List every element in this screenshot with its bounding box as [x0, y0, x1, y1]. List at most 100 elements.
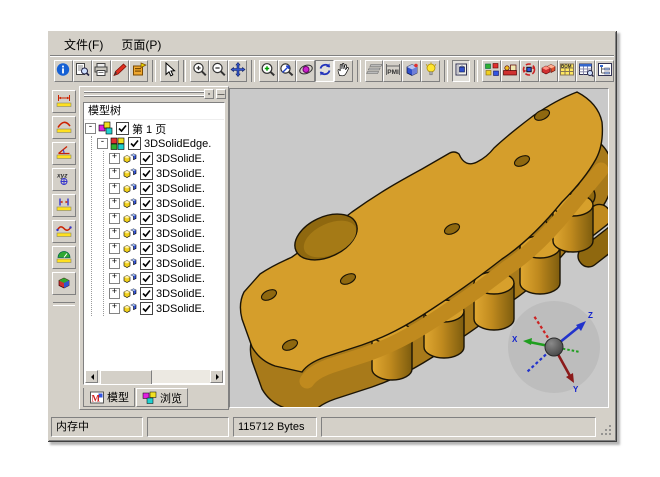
viewport-3d[interactable]: X Z Y — [229, 88, 609, 408]
info-button[interactable] — [54, 60, 73, 82]
tree-node[interactable]: +3DSolidE. — [109, 226, 223, 241]
expand-icon[interactable]: + — [109, 273, 120, 284]
tree-node[interactable]: +3DSolidE. — [109, 196, 223, 211]
scroll-thumb[interactable] — [100, 370, 152, 385]
select-button[interactable] — [160, 60, 179, 82]
machining-button[interactable] — [501, 60, 520, 82]
measure-radius-button[interactable] — [52, 116, 76, 139]
bom-button[interactable]: BOM — [558, 60, 577, 82]
tree-node[interactable]: +3DSolidE. — [109, 181, 223, 196]
measure-gap-button[interactable] — [52, 194, 76, 217]
pan-hand-button[interactable] — [334, 60, 353, 82]
panel-float-button[interactable]: ▫ — [204, 89, 214, 99]
expand-icon[interactable]: + — [109, 168, 120, 179]
lighting-button[interactable] — [421, 60, 440, 82]
tree-node-label: 3DSolidE. — [156, 243, 205, 255]
toolbar-separator — [474, 60, 478, 82]
expand-icon[interactable]: + — [109, 303, 120, 314]
tree-node[interactable]: +3DSolidE. — [109, 286, 223, 301]
expand-icon[interactable]: + — [109, 228, 120, 239]
expand-icon[interactable]: + — [109, 258, 120, 269]
tree-node-checkbox[interactable] — [116, 122, 129, 135]
markup-button[interactable] — [111, 60, 130, 82]
measure-volume-button[interactable] — [52, 272, 76, 295]
pmi-button[interactable]: PMI — [383, 60, 402, 82]
measure-toolbar-separator — [53, 302, 75, 306]
update-button[interactable] — [520, 60, 539, 82]
tree-node[interactable]: +3DSolidE. — [109, 271, 223, 286]
tree-node-checkbox[interactable] — [140, 212, 153, 225]
tree-node-checkbox[interactable] — [140, 152, 153, 165]
zoom-out-button[interactable] — [209, 60, 228, 82]
axis-triad[interactable]: X Z Y — [506, 299, 602, 395]
refresh-button[interactable] — [315, 60, 334, 82]
measure-curve-length-button[interactable] — [52, 220, 76, 243]
tree-node-checkbox[interactable] — [140, 287, 153, 300]
tree-node[interactable]: -3DSolidEdge. — [97, 136, 223, 151]
tree-node-checkbox[interactable] — [140, 272, 153, 285]
scroll-right-button[interactable] — [210, 370, 223, 383]
resize-grip[interactable] — [600, 424, 613, 437]
refresh-icon — [317, 62, 333, 80]
zoom-window-button[interactable] — [259, 60, 278, 82]
expand-icon[interactable]: + — [109, 243, 120, 254]
tree-node-label: 3DSolidE. — [156, 258, 205, 270]
red-pen-icon — [112, 62, 128, 80]
tree-node-checkbox[interactable] — [140, 302, 153, 315]
tree-node[interactable]: +3DSolidE. — [109, 241, 223, 256]
tree-node-checkbox[interactable] — [140, 242, 153, 255]
assembly-button[interactable] — [482, 60, 501, 82]
tree-node[interactable]: +3DSolidE. — [109, 151, 223, 166]
layers-button[interactable] — [365, 60, 384, 82]
tab-label: 模型 — [107, 389, 129, 405]
panel-hide-button[interactable]: — — [216, 89, 226, 99]
tab-model[interactable]: M模型 — [83, 388, 135, 407]
print-preview-button[interactable] — [73, 60, 92, 82]
expand-icon[interactable]: + — [109, 288, 120, 299]
tab-browse[interactable]: 浏览 — [136, 388, 188, 407]
export-button[interactable] — [129, 60, 148, 82]
tree-node[interactable]: +3DSolidE. — [109, 301, 223, 316]
zoom-in-button[interactable] — [190, 60, 209, 82]
expand-icon[interactable]: + — [109, 213, 120, 224]
tree-node[interactable]: +3DSolidE. — [109, 211, 223, 226]
dynamic-zoom-button[interactable] — [278, 60, 297, 82]
measure-distance-button[interactable] — [52, 90, 76, 113]
tree-list-button[interactable] — [595, 60, 614, 82]
menu-item-page[interactable]: 页面(P) — [113, 34, 169, 55]
notebook-button[interactable] — [452, 60, 471, 82]
measure-area-button[interactable] — [52, 246, 76, 269]
tree-node[interactable]: +3DSolidE. — [109, 166, 223, 181]
expand-icon[interactable]: + — [109, 153, 120, 164]
tree-node[interactable]: +3DSolidE. — [109, 256, 223, 271]
update-icon — [521, 62, 537, 80]
assembly-node-icon — [110, 136, 126, 151]
table-view-button[interactable] — [576, 60, 595, 82]
page-node-icon — [98, 121, 114, 136]
tree-node-checkbox[interactable] — [140, 197, 153, 210]
collapse-icon[interactable]: - — [97, 138, 108, 149]
tree-node-checkbox[interactable] — [140, 257, 153, 270]
scroll-track[interactable] — [98, 370, 210, 383]
tree-node-checkbox[interactable] — [140, 227, 153, 240]
tree-node-checkbox[interactable] — [128, 137, 141, 150]
tree-node-checkbox[interactable] — [140, 182, 153, 195]
rotate-button[interactable] — [296, 60, 315, 82]
collapse-icon[interactable]: - — [85, 123, 96, 134]
measure-coordinate-button[interactable]: xyz — [52, 168, 76, 191]
print-button[interactable] — [92, 60, 111, 82]
expand-icon[interactable]: + — [109, 183, 120, 194]
tree-node-checkbox[interactable] — [140, 167, 153, 180]
measure-angle-button[interactable] — [52, 142, 76, 165]
panel-grip[interactable] — [84, 89, 204, 100]
expand-icon[interactable]: + — [109, 198, 120, 209]
axis-label-y: Y — [573, 385, 579, 394]
parts-button[interactable] — [539, 60, 558, 82]
view-3d-button[interactable] — [402, 60, 421, 82]
tree-node-label: 3DSolidE. — [156, 288, 205, 300]
scroll-left-button[interactable] — [85, 370, 98, 383]
menu-item-file[interactable]: 文件(F) — [56, 34, 111, 55]
tree-node[interactable]: -第 1 页 — [85, 121, 223, 136]
orbit-icon — [298, 62, 314, 80]
pan-button[interactable] — [228, 60, 247, 82]
